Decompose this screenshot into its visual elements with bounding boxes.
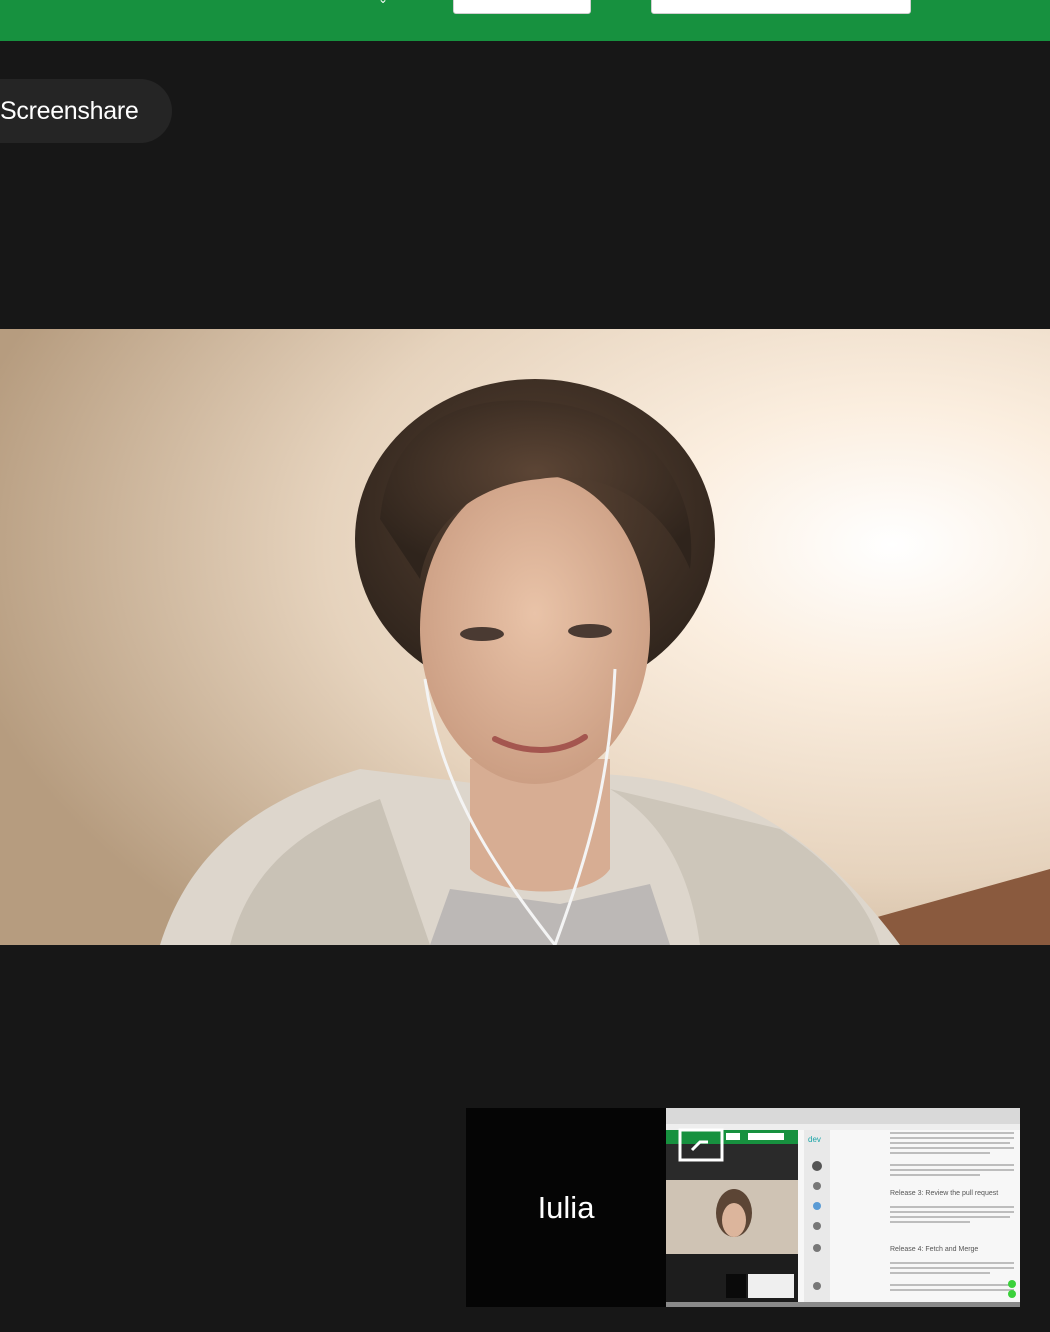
screenshare-button[interactable]: Screenshare — [0, 79, 172, 143]
doc-heading-release-4: Release 4: Fetch and Merge — [890, 1246, 978, 1253]
shared-screen-preview: dev Release 3: Review the pull request R… — [666, 1108, 1020, 1307]
participant-tile[interactable]: Iulia — [466, 1108, 666, 1307]
top-toolbar: ⌄ — [0, 0, 1050, 41]
participant-name: Iulia — [537, 1189, 595, 1225]
chevron-down-icon[interactable]: ⌄ — [378, 0, 390, 5]
toolbar-control-left[interactable] — [453, 0, 591, 14]
sidebar-brand: dev — [808, 1135, 821, 1144]
doc-heading-release-3: Release 3: Review the pull request — [890, 1190, 998, 1197]
video-frame — [0, 329, 1050, 945]
toolbar-control-right[interactable] — [651, 0, 911, 14]
shared-screen-thumbnail[interactable]: dev Release 3: Review the pull request R… — [666, 1108, 1020, 1307]
main-video-feed — [0, 329, 1050, 945]
